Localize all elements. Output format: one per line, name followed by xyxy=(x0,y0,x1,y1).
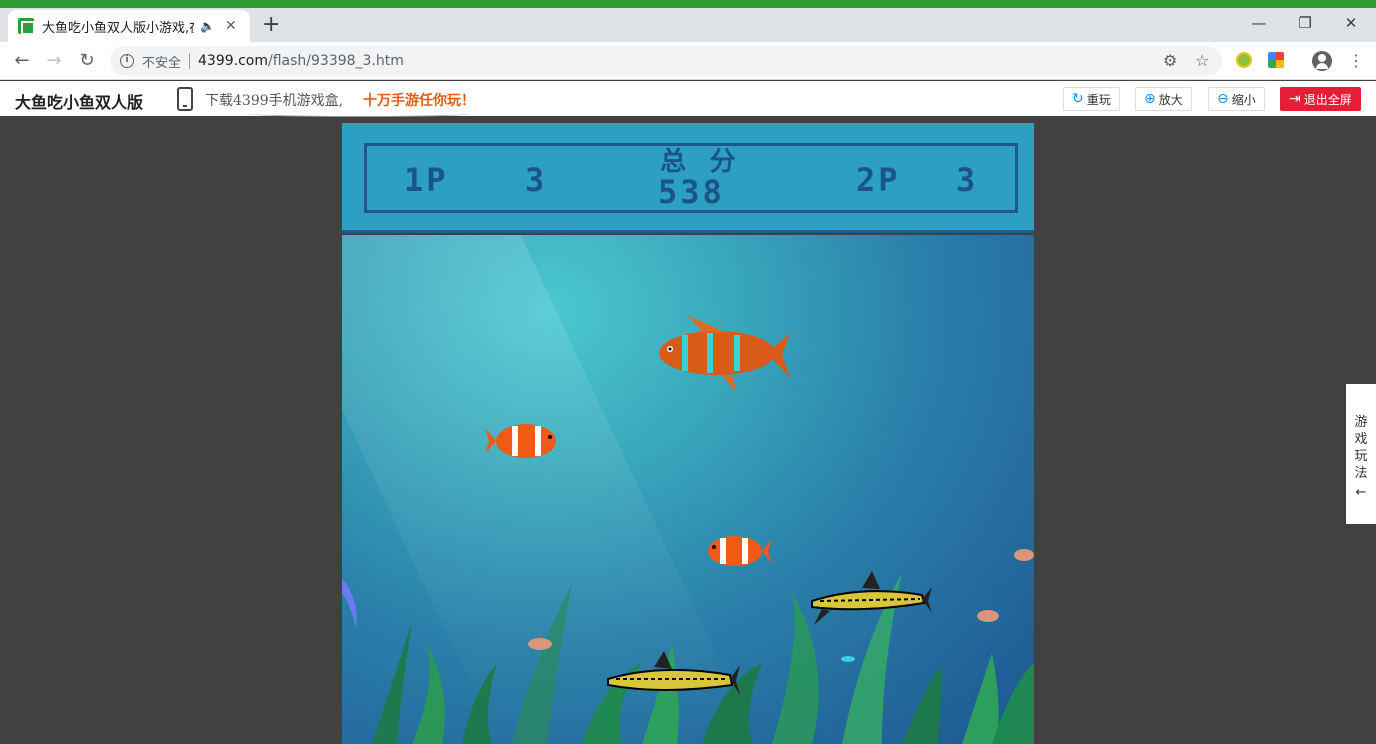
site-favicon-icon xyxy=(18,18,35,35)
game-page-title: 大鱼吃小鱼双人版 xyxy=(15,93,144,112)
extensions-puzzle-icon[interactable]: ⚙ xyxy=(1163,51,1177,70)
promo-underline xyxy=(250,111,470,117)
back-icon[interactable]: ← xyxy=(10,50,34,71)
zoom-out-button[interactable]: ⊖ 缩小 xyxy=(1208,87,1265,111)
tab-title: 大鱼吃小鱼双人版小游戏,在线玩,4399小游戏 xyxy=(42,20,194,36)
zoom-out-label: 缩小 xyxy=(1231,92,1256,107)
omnibox-separator xyxy=(189,53,191,69)
info-icon[interactable]: i xyxy=(120,54,134,68)
extension-green-icon[interactable] xyxy=(1236,52,1252,68)
forward-icon[interactable]: → xyxy=(42,50,66,71)
site-header: 大鱼吃小鱼双人版 下载4399手机游戏盒, 十万手游任你玩！ ↻ 重玩 ⊕ 放大… xyxy=(0,81,1376,117)
bookmark-star-icon[interactable]: ☆ xyxy=(1195,51,1209,70)
game-scene xyxy=(342,315,1034,744)
promo-text[interactable]: 下载4399手机游戏盒, xyxy=(205,90,343,110)
help-char-1: 游 xyxy=(1354,415,1368,430)
security-label: 不安全 xyxy=(142,55,182,71)
reload-icon[interactable]: ↻ xyxy=(75,50,99,71)
tiny-cyan-fish xyxy=(841,656,855,662)
url-path: /flash/93398_3.htm xyxy=(268,53,404,69)
minimize-icon[interactable]: — xyxy=(1236,14,1282,32)
browser-top-stripe xyxy=(0,0,1376,8)
help-char-3: 玩 xyxy=(1354,449,1368,464)
extension-colorful-icon[interactable] xyxy=(1268,52,1284,68)
window-close-icon[interactable]: ✕ xyxy=(1328,14,1374,32)
url-host: 4399.com xyxy=(198,53,268,69)
zoom-in-label: 放大 xyxy=(1158,92,1183,107)
restore-icon[interactable]: ❐ xyxy=(1282,14,1328,32)
zoom-in-icon: ⊕ xyxy=(1144,91,1156,107)
zoom-in-button[interactable]: ⊕ 放大 xyxy=(1135,87,1192,111)
clownfish-right xyxy=(708,536,772,566)
browser-toolbar: ← → ↻ i 不安全 4399.com/flash/93398_3.htm ⚙… xyxy=(0,42,1376,80)
new-tab-button[interactable]: + xyxy=(262,14,280,36)
large-orange-fish xyxy=(659,315,790,393)
exit-icon: ⇥ xyxy=(1289,91,1301,107)
help-char-2: 戏 xyxy=(1354,432,1368,447)
exit-fullscreen-button[interactable]: ⇥ 退出全屏 xyxy=(1280,87,1361,111)
phone-icon xyxy=(177,87,193,111)
replay-button[interactable]: ↻ 重玩 xyxy=(1063,87,1120,111)
menu-dots-icon[interactable]: ⋮ xyxy=(1348,51,1364,70)
replay-label: 重玩 xyxy=(1086,92,1111,107)
tab-strip: 大鱼吃小鱼双人版小游戏,在线玩,4399小游戏 🔈 ✕ + — ❐ ✕ xyxy=(0,8,1376,42)
seaweed-group xyxy=(372,573,1034,744)
speaker-icon[interactable]: 🔈 xyxy=(200,19,215,33)
exit-fullscreen-label: 退出全屏 xyxy=(1303,92,1352,107)
help-char-4: 法 xyxy=(1354,466,1368,481)
address-bar[interactable]: i 不安全 4399.com/flash/93398_3.htm xyxy=(110,46,1222,76)
close-tab-icon[interactable]: ✕ xyxy=(225,18,237,34)
player-fish-tail xyxy=(342,578,357,628)
account-icon[interactable] xyxy=(1312,51,1332,71)
replay-icon: ↻ xyxy=(1072,91,1084,107)
zoom-out-icon: ⊖ xyxy=(1217,91,1229,107)
promo-highlight[interactable]: 十万手游任你玩！ xyxy=(363,90,475,110)
url-text[interactable]: 4399.com/flash/93398_3.htm xyxy=(198,53,404,69)
game-help-tab[interactable]: 游 戏 玩 法 ← xyxy=(1346,384,1376,524)
browser-tab[interactable]: 大鱼吃小鱼双人版小游戏,在线玩,4399小游戏 🔈 ✕ xyxy=(8,10,250,42)
small-fish-1 xyxy=(1014,549,1034,561)
striped-catfish-upper xyxy=(811,571,932,625)
small-fish-3 xyxy=(528,638,552,650)
small-fish-2 xyxy=(977,610,999,622)
arrow-left-icon: ← xyxy=(1355,485,1367,500)
game-canvas[interactable]: 1P 3 总 分 538 2P 3 xyxy=(342,123,1034,744)
clownfish-left xyxy=(485,424,556,458)
